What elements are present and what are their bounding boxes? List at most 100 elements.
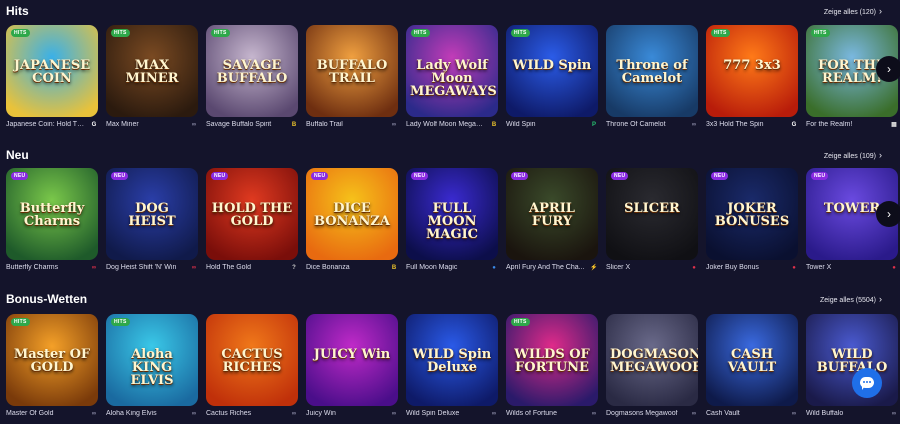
game-thumbnail[interactable]: WILD Spin HITS xyxy=(506,25,598,117)
game-title[interactable]: Aloha King Elvis xyxy=(106,410,186,417)
game-title[interactable]: Wild Spin xyxy=(506,121,586,128)
game-card[interactable]: DOG HEIST NEU Dog Heist Shift 'N' Win ∞ xyxy=(106,168,198,271)
game-logo: BUFFALO TRAIL xyxy=(316,58,388,86)
game-title[interactable]: Full Moon Magic xyxy=(406,264,486,271)
game-thumbnail[interactable]: DOG HEIST NEU xyxy=(106,168,198,260)
game-caption: Buffalo Trail ∞ xyxy=(306,121,398,133)
game-title[interactable]: Wild Buffalo xyxy=(806,410,886,417)
game-title[interactable]: April Fury And The Cha... xyxy=(506,264,586,271)
game-thumbnail[interactable]: WILDS OF FORTUNE HITS xyxy=(506,314,598,406)
game-thumbnail[interactable]: JAPANESE COIN HITS xyxy=(6,25,98,117)
game-card[interactable]: MAX MINER HITS Max Miner ∞ xyxy=(106,25,198,128)
carousel-next-button[interactable]: › xyxy=(876,56,900,82)
game-card[interactable]: Lady Wolf Moon MEGAWAYS HITS Lady Wolf Moo… xyxy=(406,25,498,128)
game-card[interactable]: JUICY Win Juicy Win ∞ xyxy=(306,314,398,417)
game-thumbnail[interactable]: WILD BUFFALO xyxy=(806,314,898,406)
provider-icon: ∞ xyxy=(691,122,697,128)
game-title[interactable]: Dogmasons Megawoof xyxy=(606,410,686,417)
game-card[interactable]: WILD Spin Deluxe Wild Spin Deluxe ∞ xyxy=(406,314,498,417)
game-card[interactable]: WILD Spin HITS Wild Spin P xyxy=(506,25,598,128)
game-thumbnail[interactable]: HOLD THE GOLD NEU xyxy=(206,168,298,260)
game-card[interactable]: JAPANESE COIN HITS Japanese Coin: Hold The… xyxy=(6,25,98,128)
game-thumbnail[interactable]: CASH VAULT xyxy=(706,314,798,406)
game-thumbnail[interactable]: JUICY Win xyxy=(306,314,398,406)
show-all-link[interactable]: Zeige alles (120) › xyxy=(824,6,882,16)
game-thumbnail[interactable]: APRIL FURY NEU xyxy=(506,168,598,260)
game-badge: HITS xyxy=(111,318,130,326)
game-caption: Juicy Win ∞ xyxy=(306,410,398,422)
game-card[interactable]: Master OF GOLD HITS Master Of Gold ∞ xyxy=(6,314,98,417)
game-title[interactable]: Master Of Gold xyxy=(6,410,86,417)
game-card[interactable]: Butterfly Charms NEU Butterfly Charms ∞ xyxy=(6,168,98,271)
game-title[interactable]: Dog Heist Shift 'N' Win xyxy=(106,264,186,271)
game-logo: Aloha KING ELVIS xyxy=(130,347,174,388)
live-chat-button[interactable] xyxy=(852,368,882,398)
game-card[interactable]: SLICER NEU Slicer X ● xyxy=(606,168,698,271)
provider-icon: B xyxy=(491,122,497,128)
game-thumbnail[interactable]: Butterfly Charms NEU xyxy=(6,168,98,260)
game-thumbnail[interactable]: WILD Spin Deluxe xyxy=(406,314,498,406)
game-title[interactable]: 3x3 Hold The Spin xyxy=(706,121,786,128)
game-card[interactable]: DOGMASONS MEGAWOOF Dogmasons Megawoof ∞ xyxy=(606,314,698,417)
game-title[interactable]: Buffalo Trail xyxy=(306,121,386,128)
game-caption: Wild Spin P xyxy=(506,121,598,133)
game-thumbnail[interactable]: 777 3x3 HITS xyxy=(706,25,798,117)
game-thumbnail[interactable]: Aloha KING ELVIS HITS xyxy=(106,314,198,406)
game-title[interactable]: Tower X xyxy=(806,264,886,271)
game-card[interactable]: CASH VAULT Cash Vault ∞ xyxy=(706,314,798,417)
game-thumbnail[interactable]: CACTUS RICHES xyxy=(206,314,298,406)
game-thumbnail[interactable]: SLICER NEU xyxy=(606,168,698,260)
game-thumbnail[interactable]: BUFFALO TRAIL xyxy=(306,25,398,117)
game-card[interactable]: BUFFALO TRAIL Buffalo Trail ∞ xyxy=(306,25,398,128)
game-card[interactable]: DICE BONANZA NEU Dice Bonanza B xyxy=(306,168,398,271)
game-title[interactable]: Lady Wolf Moon Megaw... xyxy=(406,121,486,128)
game-title[interactable]: Juicy Win xyxy=(306,410,386,417)
game-title[interactable]: Joker Buy Bonus xyxy=(706,264,786,271)
game-title[interactable]: Wilds of Fortune xyxy=(506,410,586,417)
game-thumbnail[interactable]: SAVAGE BUFFALO HITS xyxy=(206,25,298,117)
game-title[interactable]: Japanese Coin: Hold The... xyxy=(6,121,86,128)
game-title[interactable]: Dice Bonanza xyxy=(306,264,386,271)
game-title[interactable]: Butterfly Charms xyxy=(6,264,86,271)
game-thumbnail[interactable]: JOKER BONUSES NEU xyxy=(706,168,798,260)
game-title[interactable]: Slicer X xyxy=(606,264,686,271)
game-card[interactable]: HOLD THE GOLD NEU Hold The Gold? xyxy=(206,168,298,271)
game-title[interactable]: Cash Vault xyxy=(706,410,786,417)
game-badge: HITS xyxy=(111,29,130,37)
game-thumbnail[interactable]: Master OF GOLD HITS xyxy=(6,314,98,406)
game-thumbnail[interactable]: Throne of Camelot xyxy=(606,25,698,117)
game-thumbnail[interactable]: Lady Wolf Moon MEGAWAYS HITS xyxy=(406,25,498,117)
game-card[interactable]: APRIL FURY NEU April Fury And The Cha... ⚡ xyxy=(506,168,598,271)
game-thumbnail[interactable]: FULL MOON MAGIC NEU xyxy=(406,168,498,260)
game-thumbnail[interactable]: MAX MINER HITS xyxy=(106,25,198,117)
game-caption: Cactus Riches ∞ xyxy=(206,410,298,422)
game-thumbnail[interactable]: DICE BONANZA NEU xyxy=(306,168,398,260)
game-title[interactable]: Cactus Riches xyxy=(206,410,286,417)
game-card[interactable]: Aloha KING ELVIS HITS Aloha King Elvis ∞ xyxy=(106,314,198,417)
game-card[interactable]: CACTUS RICHES Cactus Riches ∞ xyxy=(206,314,298,417)
game-card[interactable]: 777 3x3 HITS 3x3 Hold The Spin G xyxy=(706,25,798,128)
provider-icon: ∞ xyxy=(191,265,197,271)
game-card[interactable]: JOKER BONUSES NEU Joker Buy Bonus ● xyxy=(706,168,798,271)
game-card[interactable]: FULL MOON MAGIC NEU Full Moon Magic ● xyxy=(406,168,498,271)
game-card[interactable]: WILDS OF FORTUNE HITS Wilds of Fortune ∞ xyxy=(506,314,598,417)
game-caption: For the Realm! ▦ xyxy=(806,121,898,133)
game-thumbnail[interactable]: DOGMASONS MEGAWOOF xyxy=(606,314,698,406)
show-all-link[interactable]: Zeige alles (109) › xyxy=(824,150,882,160)
game-caption: Dice Bonanza B xyxy=(306,264,398,276)
game-card[interactable]: SAVAGE BUFFALO HITS Savage Buffalo Spirit B xyxy=(206,25,298,128)
game-caption: April Fury And The Cha... ⚡ xyxy=(506,264,598,276)
game-title[interactable]: Throne Of Camelot xyxy=(606,121,686,128)
game-badge: NEU xyxy=(811,172,829,180)
show-all-link[interactable]: Zeige alles (5504) › xyxy=(820,294,882,304)
provider-icon: P xyxy=(591,122,596,128)
game-title[interactable]: Wild Spin Deluxe xyxy=(406,410,486,417)
game-title[interactable]: Hold The Gold xyxy=(206,264,286,271)
chat-dots-icon xyxy=(863,381,871,383)
game-card[interactable]: Throne of Camelot Throne Of Camelot ∞ xyxy=(606,25,698,128)
game-title[interactable]: Max Miner xyxy=(106,121,186,128)
carousel-next-button[interactable]: › xyxy=(876,201,900,227)
game-card[interactable]: WILD BUFFALO Wild Buffalo ∞ xyxy=(806,314,898,417)
game-title[interactable]: For the Realm! xyxy=(806,121,886,128)
game-title[interactable]: Savage Buffalo Spirit xyxy=(206,121,286,128)
